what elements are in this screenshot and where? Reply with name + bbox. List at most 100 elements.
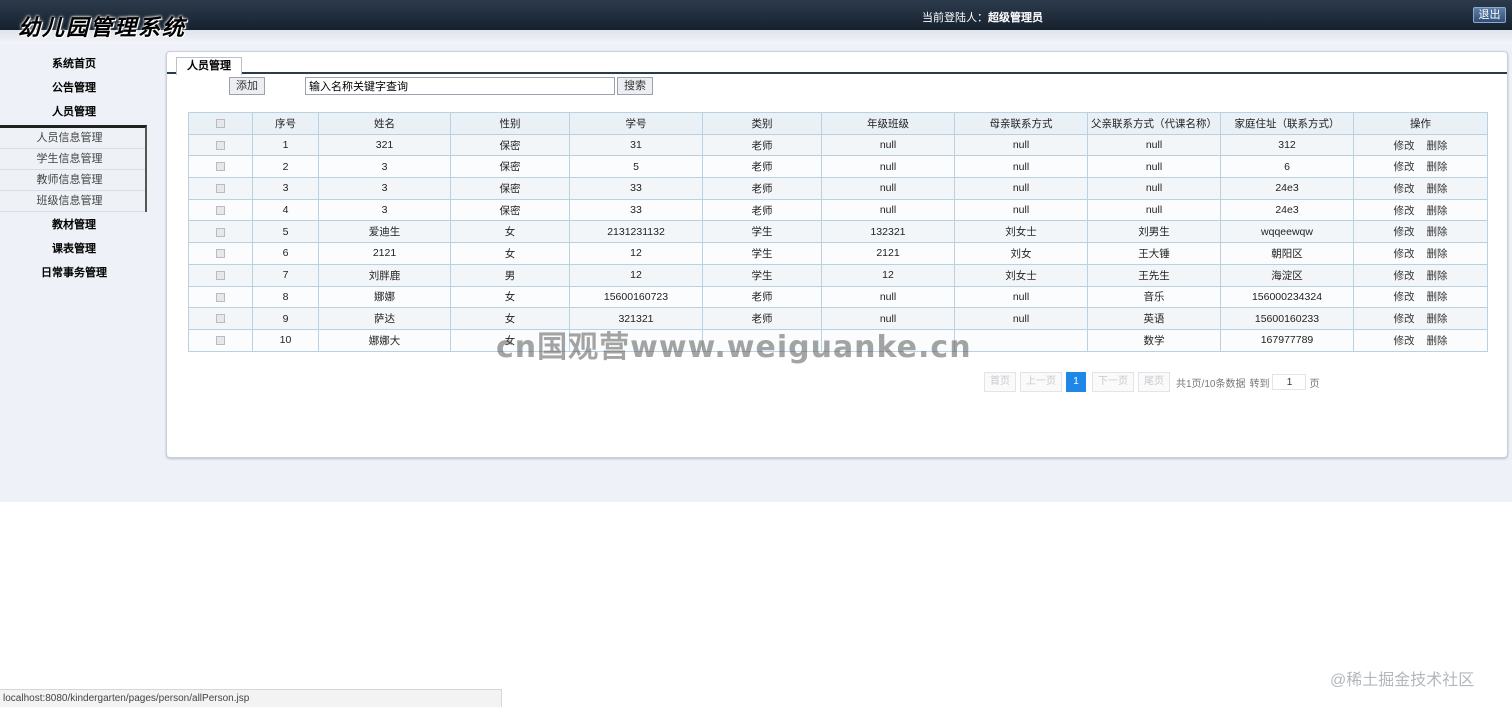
row-actions-cell: 修改 删除 bbox=[1353, 198, 1488, 222]
sidebar-item-textbooks[interactable]: 教材管理 bbox=[0, 213, 162, 237]
edit-link[interactable]: 修改 bbox=[1394, 291, 1415, 303]
column-header: 学号 bbox=[569, 112, 703, 135]
row-select-cell bbox=[188, 263, 253, 287]
row-actions-cell: 修改 删除 bbox=[1353, 177, 1488, 200]
search-input[interactable] bbox=[305, 77, 615, 95]
table-cell: 6 bbox=[1220, 155, 1354, 179]
edit-link[interactable]: 修改 bbox=[1394, 248, 1415, 260]
table-cell: null bbox=[821, 133, 955, 157]
submenu-item-teacher-info[interactable]: 教师信息管理 bbox=[0, 170, 145, 191]
table-cell: 33 bbox=[569, 177, 703, 200]
table-cell: 女 bbox=[450, 220, 570, 244]
search-button[interactable]: 搜索 bbox=[617, 77, 653, 95]
table-cell: null bbox=[954, 307, 1088, 330]
row-checkbox[interactable] bbox=[216, 249, 225, 259]
table-cell: 3 bbox=[318, 177, 451, 200]
prev-page-button[interactable]: 上一页 bbox=[1020, 372, 1062, 392]
delete-link[interactable]: 删除 bbox=[1427, 140, 1448, 152]
row-checkbox[interactable] bbox=[216, 270, 225, 280]
delete-link[interactable]: 删除 bbox=[1427, 205, 1448, 217]
row-checkbox[interactable] bbox=[216, 227, 225, 237]
column-header: 母亲联系方式 bbox=[954, 112, 1088, 135]
last-page-button[interactable]: 尾页 bbox=[1138, 372, 1170, 392]
row-checkbox[interactable] bbox=[216, 314, 225, 324]
edit-link[interactable]: 修改 bbox=[1394, 226, 1415, 238]
current-page-button[interactable]: 1 bbox=[1066, 372, 1086, 392]
browser-status-bar: localhost:8080/kindergarten/pages/person… bbox=[0, 689, 502, 707]
sidebar-item-timetable[interactable]: 课表管理 bbox=[0, 237, 162, 261]
table-cell: 321 bbox=[318, 133, 451, 157]
delete-link[interactable]: 删除 bbox=[1427, 226, 1448, 238]
row-checkbox[interactable] bbox=[216, 335, 225, 345]
select-all-checkbox[interactable] bbox=[216, 119, 225, 129]
login-info: 当前登陆人：超级管理员 bbox=[922, 9, 1043, 25]
submenu-item-person-info[interactable]: 人员信息管理 bbox=[0, 128, 145, 149]
edit-link[interactable]: 修改 bbox=[1394, 161, 1415, 173]
edit-link[interactable]: 修改 bbox=[1394, 335, 1415, 347]
delete-link[interactable]: 删除 bbox=[1427, 313, 1448, 325]
goto-page-input[interactable] bbox=[1272, 374, 1307, 390]
delete-link[interactable]: 删除 bbox=[1427, 291, 1448, 303]
table-cell bbox=[954, 328, 1088, 352]
row-checkbox[interactable] bbox=[216, 292, 225, 302]
table-cell: 31 bbox=[569, 133, 703, 157]
table-cell: 保密 bbox=[450, 177, 570, 200]
delete-link[interactable]: 删除 bbox=[1427, 248, 1448, 260]
tab-personnel[interactable]: 人员管理 bbox=[176, 57, 242, 75]
row-checkbox[interactable] bbox=[216, 162, 225, 172]
submenu-item-class-info[interactable]: 班级信息管理 bbox=[0, 191, 145, 212]
table-cell: 刘女士 bbox=[954, 220, 1088, 244]
row-checkbox[interactable] bbox=[216, 184, 225, 194]
table-cell: 24e3 bbox=[1220, 177, 1354, 200]
sidebar-item-home[interactable]: 系统首页 bbox=[0, 52, 162, 76]
table-cell: 12 bbox=[569, 242, 703, 265]
delete-link[interactable]: 删除 bbox=[1427, 183, 1448, 195]
sidebar-item-announcements[interactable]: 公告管理 bbox=[0, 76, 162, 100]
table-cell: null bbox=[821, 285, 955, 309]
edit-link[interactable]: 修改 bbox=[1394, 313, 1415, 325]
edit-link[interactable]: 修改 bbox=[1394, 205, 1415, 217]
column-header: 年级班级 bbox=[821, 112, 955, 135]
table-cell: 2121 bbox=[821, 242, 955, 265]
delete-link[interactable]: 删除 bbox=[1427, 161, 1448, 173]
table-cell: 保密 bbox=[450, 133, 570, 157]
next-page-button[interactable]: 下一页 bbox=[1092, 372, 1134, 392]
table-cell: 5 bbox=[569, 155, 703, 179]
logout-button[interactable]: 退出 bbox=[1473, 7, 1506, 23]
table-cell: 12 bbox=[821, 263, 955, 287]
row-checkbox[interactable] bbox=[216, 140, 225, 150]
table-cell: 学生 bbox=[702, 220, 822, 244]
row-actions-cell: 修改 删除 bbox=[1353, 328, 1488, 352]
row-select-cell bbox=[188, 307, 253, 330]
row-select-cell bbox=[188, 177, 253, 200]
table-cell: 学生 bbox=[702, 242, 822, 265]
row-select-cell bbox=[188, 242, 253, 265]
table-cell: 数学 bbox=[1087, 328, 1221, 352]
column-header: 家庭住址（联系方式） bbox=[1220, 112, 1354, 135]
table-cell: 老师 bbox=[702, 285, 822, 309]
table-cell: 娜娜 bbox=[318, 285, 451, 309]
first-page-button[interactable]: 首页 bbox=[984, 372, 1016, 392]
main-panel: 人员管理 添加 搜索 序号 姓名 性别 学号 类别 年级班级 母亲联系方式 父亲… bbox=[166, 51, 1508, 458]
sidebar-item-personnel[interactable]: 人员管理 bbox=[0, 100, 162, 124]
submenu-item-student-info[interactable]: 学生信息管理 bbox=[0, 149, 145, 170]
edit-link[interactable]: 修改 bbox=[1394, 270, 1415, 282]
sidebar-item-daily-affairs[interactable]: 日常事务管理 bbox=[0, 261, 162, 285]
table-cell: null bbox=[821, 155, 955, 179]
delete-link[interactable]: 删除 bbox=[1427, 335, 1448, 347]
row-select-cell bbox=[188, 155, 253, 179]
table-cell: 3 bbox=[318, 198, 451, 222]
column-header: 姓名 bbox=[318, 112, 451, 135]
table-cell: 学生 bbox=[702, 263, 822, 287]
table-cell: 24e3 bbox=[1220, 198, 1354, 222]
edit-link[interactable]: 修改 bbox=[1394, 183, 1415, 195]
delete-link[interactable]: 删除 bbox=[1427, 270, 1448, 282]
table-cell: 33 bbox=[569, 198, 703, 222]
table-body: 1 321 保密 31 老师 null null null 312 修改 删除 2 3 保密 5 老师 null… bbox=[188, 133, 1488, 352]
row-select-cell bbox=[188, 328, 253, 352]
edit-link[interactable]: 修改 bbox=[1394, 140, 1415, 152]
table-cell: null bbox=[1087, 177, 1221, 200]
add-button[interactable]: 添加 bbox=[229, 77, 265, 95]
watermark-center: cn国观营www.weiguanke.cn bbox=[496, 330, 972, 365]
row-checkbox[interactable] bbox=[216, 205, 225, 215]
